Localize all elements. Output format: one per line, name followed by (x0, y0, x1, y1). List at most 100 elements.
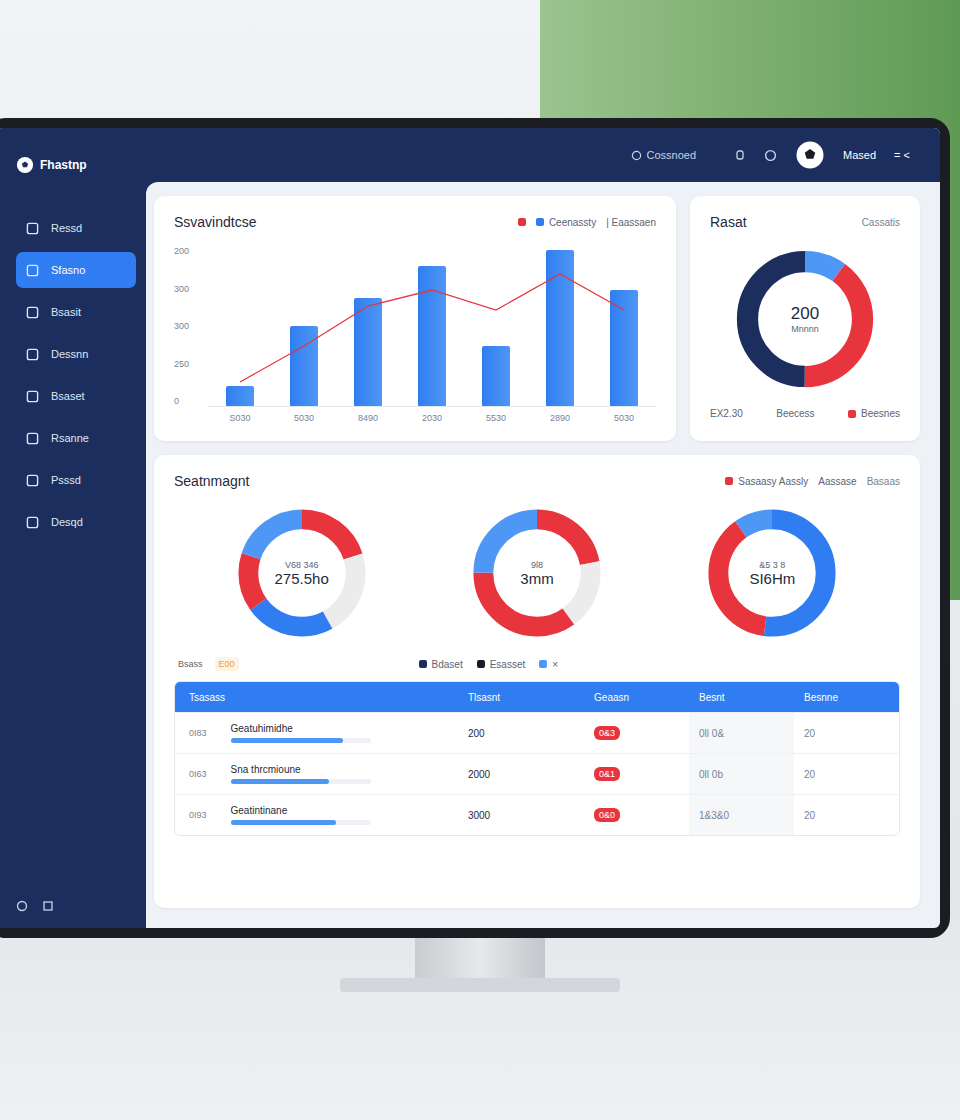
sidebar-item[interactable]: Bsaset (16, 378, 136, 414)
monitor-base (340, 978, 620, 992)
sidebar-item[interactable]: Desqd (16, 504, 136, 540)
donut-unit: Mnnnn (791, 324, 819, 334)
column-header[interactable]: Besnne (794, 692, 899, 703)
progress-bar (231, 820, 371, 825)
clock-icon[interactable] (764, 149, 777, 162)
row-count: 20 (794, 795, 899, 835)
x-label: S030 (208, 413, 272, 423)
row-amount: 3000 (458, 810, 584, 821)
card-header: Ssvavindtcse Ceenassty | Eaassaen (174, 214, 656, 230)
exit-icon[interactable] (42, 900, 54, 912)
performance-card: SsvavindtcseCeenassty| Eaassaen200300300… (154, 196, 676, 441)
key-item: Bdaset (419, 659, 463, 670)
data-table: TsasassTlsasntGeaasnBesntBesnne0I83Geatu… (174, 681, 900, 836)
row-date: 0ll 0b (689, 754, 794, 794)
x-label: 2890 (528, 413, 592, 423)
menu-icon (26, 222, 39, 235)
status-badge: 0&1 (594, 767, 620, 781)
donut-label: V68 346 (285, 560, 319, 570)
bar[interactable] (290, 326, 318, 406)
x-label: 5030 (592, 413, 656, 423)
row-id: 0I83 (189, 728, 207, 738)
menu-icon (26, 348, 39, 361)
table-row[interactable]: 0I83Geatuhimidhe2000&30ll 0&20 (175, 712, 899, 753)
progress-bar (231, 738, 371, 743)
sidebar: Fhastnp Ressd Sfasno Bsasit Dessnn Bsaset Rsan… (0, 128, 146, 928)
status-badge: 0&0 (594, 808, 620, 822)
legend-item (518, 218, 526, 226)
bar[interactable] (354, 298, 382, 406)
monitor-stand (415, 938, 545, 978)
donut-value: 200 (791, 304, 819, 324)
bar[interactable] (610, 290, 638, 406)
bar[interactable] (226, 386, 254, 406)
row-id: 0I93 (189, 810, 207, 820)
sidebar-item[interactable]: Psssd (16, 462, 136, 498)
bar[interactable] (418, 266, 446, 406)
bar[interactable] (482, 346, 510, 406)
row-date: 0ll 0& (689, 713, 794, 753)
card-title: Ssvavindtcse (174, 214, 256, 230)
sidebar-item[interactable]: Sfasno (16, 252, 136, 288)
segment-card: SeatnmagntSasaasy AasslyAassaseBasaasV68… (154, 455, 920, 908)
footer-item: EX2.30 (710, 408, 743, 419)
content: Cossnoed Mased = < Ssvavindtcse Ceenassty | E… (146, 128, 940, 928)
user-name[interactable]: Mased (843, 149, 876, 161)
sidebar-footer (16, 900, 136, 912)
sidebar-item[interactable]: Bsasit (16, 294, 136, 330)
y-axis: 2003003002500 (174, 246, 200, 406)
column-header[interactable]: Geaasn (584, 692, 689, 703)
y-tick: 200 (174, 246, 200, 256)
trend-line (208, 246, 656, 406)
column-header[interactable]: Besnt (689, 692, 794, 703)
donut-value: 275.5ho (275, 570, 329, 587)
row-count: 20 (794, 713, 899, 753)
segment-donut[interactable]: V68 346275.5ho (232, 503, 372, 643)
bar-chart: 2003003002500S03050308490203055302890503… (174, 246, 656, 423)
table-row[interactable]: 0I93Geatintinane30000&01&3&020 (175, 794, 899, 835)
window-controls[interactable]: = < (894, 149, 910, 161)
donut-label: 9l8 (531, 560, 543, 570)
legend-item: Ceenassty (536, 217, 596, 228)
legend: Ceenassty | Eaassaen (518, 217, 656, 228)
segment-footer: BsassE00BdasetEsasset× (174, 657, 900, 671)
sidebar-item[interactable]: Ressd (16, 210, 136, 246)
legend: Sasaasy AasslyAassaseBasaas (725, 476, 900, 487)
row-date: 1&3&0 (689, 795, 794, 835)
table-row[interactable]: 0I63Sna thrcmioune20000&10ll 0b20 (175, 753, 899, 794)
logo-text: Fhastnp (40, 158, 87, 172)
donut-row: V68 346275.5ho 9l83mm&5 3 8SI6Hm (174, 499, 900, 647)
legend-extra[interactable]: | Eaassaen (606, 217, 656, 228)
card-subtitle[interactable]: Cassatis (862, 217, 900, 228)
donut-label: &5 3 8 (759, 560, 785, 570)
avatar-icon[interactable] (795, 140, 825, 170)
bell-icon[interactable] (734, 149, 746, 161)
x-label: 5530 (464, 413, 528, 423)
progress-bar (231, 779, 371, 784)
key-item: Esasset (477, 659, 526, 670)
menu-icon (26, 516, 39, 529)
segment-donut[interactable]: 9l83mm (467, 503, 607, 643)
column-header[interactable]: Tsasass (175, 692, 458, 703)
table-header: TsasassTlsasntGeaasnBesntBesnne (175, 682, 899, 712)
ball-icon (16, 156, 34, 174)
logo[interactable]: Fhastnp (16, 156, 136, 174)
topbar: Cossnoed Mased = < (146, 128, 940, 182)
row-count: 20 (794, 754, 899, 794)
sidebar-item[interactable]: Rsanne (16, 420, 136, 456)
help-icon[interactable] (16, 900, 28, 912)
search-icon (631, 150, 642, 161)
column-header[interactable]: Tlsasnt (458, 692, 584, 703)
x-label: 2030 (400, 413, 464, 423)
y-tick: 300 (174, 284, 200, 294)
segment-link[interactable]: Basaas (867, 476, 900, 487)
sidebar-item[interactable]: Dessnn (16, 336, 136, 372)
menu-icon (26, 306, 39, 319)
search[interactable]: Cossnoed (631, 149, 697, 161)
legend-item: Sasaasy Aassly (725, 476, 808, 487)
x-label: 5030 (272, 413, 336, 423)
segment-donut[interactable]: &5 3 8SI6Hm (702, 503, 842, 643)
status-badge: 0&3 (594, 726, 620, 740)
main: Ssvavindtcse Ceenassty | Eaassaen 200 300 300… (146, 182, 940, 928)
row-name: Sna thrcmioune (231, 764, 444, 775)
